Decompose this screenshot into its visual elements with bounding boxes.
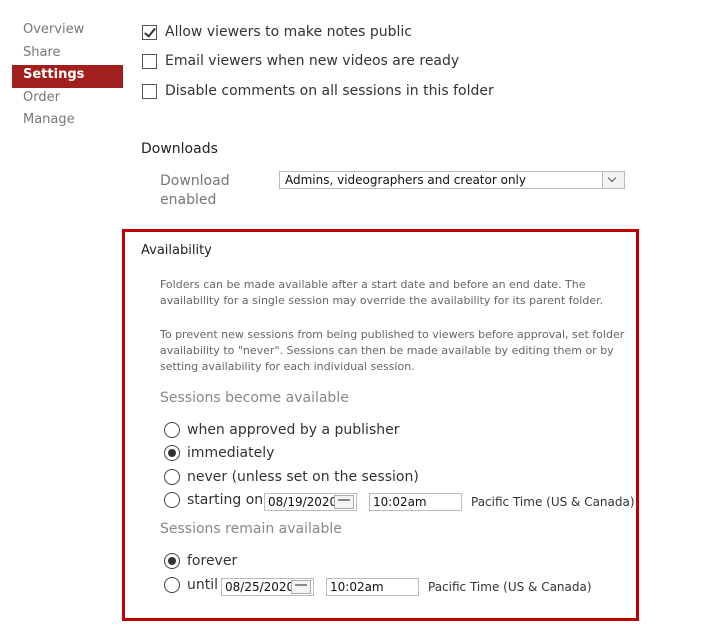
disable-comments-label: Disable comments on all sessions in this…: [165, 83, 494, 99]
become-never-label: never (unless set on the session): [187, 469, 419, 485]
disable-comments-checkbox[interactable]: [142, 83, 157, 99]
end-date-value: 08/25/2020: [225, 580, 295, 594]
sidebar-item-manage[interactable]: Manage: [12, 110, 123, 133]
end-time-input[interactable]: 10:02am: [326, 578, 419, 596]
become-starting-radio[interactable]: [164, 492, 180, 508]
calendar-icon[interactable]: [334, 495, 354, 509]
remain-until-radio[interactable]: [164, 577, 180, 593]
availability-description-2: To prevent new sessions from being publi…: [160, 328, 625, 373]
remain-until-label: until: [187, 577, 219, 593]
chevron-down-icon[interactable]: [602, 172, 624, 188]
start-timezone-label: Pacific Time (US & Canada): [471, 495, 635, 509]
remain-option-forever[interactable]: forever: [164, 553, 237, 569]
start-time-value: 10:02am: [373, 495, 427, 509]
become-starting-label: starting on: [187, 492, 264, 508]
download-enabled-select[interactable]: Admins, videographers and creator only: [279, 171, 625, 189]
become-immediately-radio[interactable]: [164, 445, 180, 461]
end-timezone-label: Pacific Time (US & Canada): [428, 580, 592, 594]
become-never-radio[interactable]: [164, 469, 180, 485]
notes-public-label: Allow viewers to make notes public: [165, 24, 412, 40]
notes-public-checkbox[interactable]: [142, 24, 157, 40]
notes-public-option[interactable]: Allow viewers to make notes public: [142, 24, 412, 40]
availability-description-1: Folders can be made available after a st…: [160, 278, 604, 307]
calendar-icon[interactable]: [291, 580, 311, 594]
become-option-starting-on[interactable]: starting on: [164, 492, 263, 508]
become-option-immediately[interactable]: immediately: [164, 445, 274, 461]
become-approved-label: when approved by a publisher: [187, 422, 400, 438]
download-enabled-label: Download enabled: [160, 173, 230, 208]
disable-comments-option[interactable]: Disable comments on all sessions in this…: [142, 83, 494, 99]
sidebar-item-overview[interactable]: Overview: [12, 20, 123, 43]
sidebar-nav: Overview Share Settings Order Manage: [12, 20, 123, 133]
remain-forever-label: forever: [187, 553, 238, 569]
sidebar-item-share[interactable]: Share: [12, 43, 123, 66]
become-option-never[interactable]: never (unless set on the session): [164, 469, 419, 485]
download-enabled-value: Admins, videographers and creator only: [285, 173, 526, 187]
end-time-value: 10:02am: [330, 580, 384, 594]
remain-option-until[interactable]: until: [164, 577, 218, 593]
start-date-value: 08/19/2020: [268, 495, 338, 509]
email-viewers-checkbox[interactable]: [142, 53, 157, 69]
sessions-become-available-label: Sessions become available: [160, 390, 349, 406]
sidebar-item-order[interactable]: Order: [12, 88, 123, 111]
become-approved-radio[interactable]: [164, 422, 180, 438]
email-viewers-option[interactable]: Email viewers when new videos are ready: [142, 53, 459, 69]
become-immediately-label: immediately: [187, 445, 275, 461]
remain-forever-radio[interactable]: [164, 553, 180, 569]
availability-heading: Availability: [141, 243, 212, 258]
sidebar-item-settings[interactable]: Settings: [12, 65, 123, 88]
downloads-heading: Downloads: [141, 141, 218, 157]
start-time-input[interactable]: 10:02am: [369, 493, 462, 511]
email-viewers-label: Email viewers when new videos are ready: [165, 53, 460, 69]
sessions-remain-available-label: Sessions remain available: [160, 521, 342, 537]
become-option-approved[interactable]: when approved by a publisher: [164, 422, 399, 438]
